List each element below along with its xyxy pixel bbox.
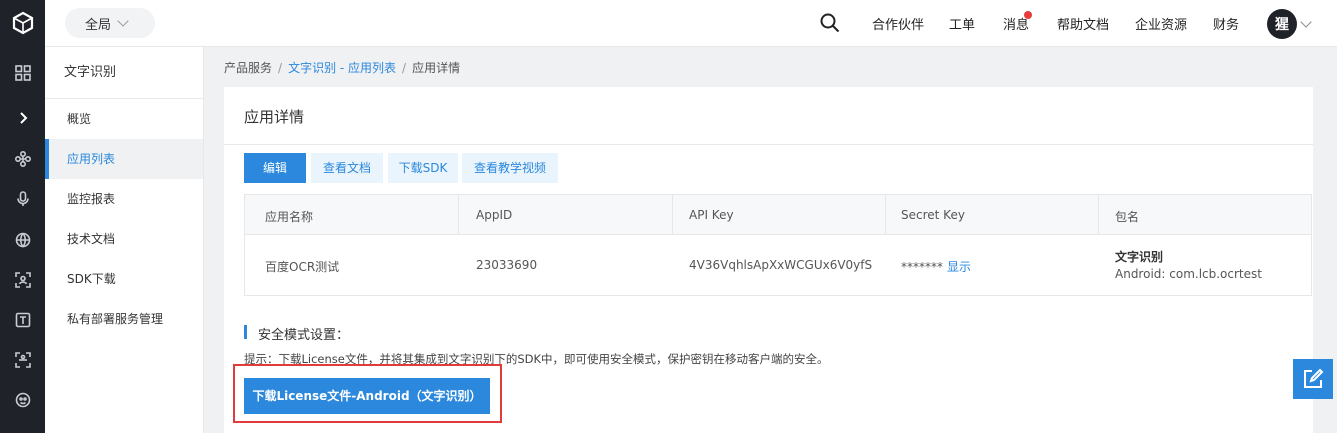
globe-icon[interactable] xyxy=(0,220,45,260)
header-api-key: API Key xyxy=(689,208,734,222)
show-secret-link[interactable]: 显示 xyxy=(947,260,971,274)
breadcrumb: 产品服务 / 文字识别 - 应用列表 / 应用详情 xyxy=(224,59,460,76)
app-info-table: 应用名称 AppID API Key Secret Key 包名 百度OCR测试… xyxy=(244,194,1312,296)
top-bar: 全局 合作伙伴 工单 消息 帮助文档 企业资源 财务 猩 xyxy=(45,0,1337,47)
chevron-right-icon[interactable] xyxy=(0,98,45,138)
face-scan-icon[interactable] xyxy=(0,340,45,380)
column-divider xyxy=(1098,195,1099,235)
breadcrumb-separator: / xyxy=(278,61,283,75)
table-header-row: 应用名称 AppID API Key Secret Key 包名 xyxy=(245,195,1311,235)
column-divider xyxy=(885,195,886,235)
cell-package-value: Android: com.lcb.ocrtest xyxy=(1115,267,1262,281)
header-appid: AppID xyxy=(476,208,513,222)
message-badge xyxy=(1024,11,1032,19)
download-license-button[interactable]: 下载License文件-Android（文字识别） xyxy=(244,378,490,414)
sidebar-item-app-list[interactable]: 应用列表 xyxy=(45,139,203,179)
search-icon[interactable] xyxy=(819,12,841,34)
edit-button[interactable]: 编辑 xyxy=(244,153,306,183)
download-sdk-button[interactable]: 下载SDK xyxy=(388,153,458,183)
scan-icon[interactable] xyxy=(0,260,45,300)
microphone-icon[interactable] xyxy=(0,179,45,219)
breadcrumb-separator: / xyxy=(402,61,407,75)
header-app-name: 应用名称 xyxy=(265,210,314,224)
sidebar-item-sdk-download[interactable]: SDK下载 xyxy=(45,259,203,299)
face-detect-icon[interactable] xyxy=(0,380,45,420)
nodes-icon[interactable] xyxy=(0,139,45,179)
divider xyxy=(224,144,1313,145)
cell-appid: 23033690 xyxy=(476,258,538,272)
header-package: 包名 xyxy=(1115,210,1140,224)
security-section-title: 安全模式设置： xyxy=(258,328,350,343)
nav-finance[interactable]: 财务 xyxy=(1213,14,1239,33)
avatar[interactable]: 猩 xyxy=(1267,9,1297,39)
chevron-down-icon xyxy=(117,15,129,27)
side-menu-title: 文字识别 xyxy=(45,47,203,99)
logo-cube-icon[interactable] xyxy=(0,0,45,46)
grid-icon[interactable] xyxy=(0,53,45,93)
sidebar-item-tech-docs[interactable]: 技术文档 xyxy=(45,219,203,259)
breadcrumb-root: 产品服务 xyxy=(224,61,273,75)
nav-partners[interactable]: 合作伙伴 xyxy=(872,14,924,33)
column-divider xyxy=(458,195,459,235)
side-menu: 文字识别 概览 应用列表 监控报表 技术文档 SDK下载 私有部署服务管理 xyxy=(45,47,204,433)
chevron-down-icon[interactable] xyxy=(1300,16,1312,28)
nav-help-docs[interactable]: 帮助文档 xyxy=(1057,14,1109,33)
sidebar-item-overview[interactable]: 概览 xyxy=(45,99,203,139)
page-title: 应用详情 xyxy=(244,108,305,126)
cell-api-key: 4V36VqhlsApXxWCGUx6V0yfS xyxy=(689,258,873,272)
breadcrumb-current: 应用详情 xyxy=(412,61,461,75)
breadcrumb-link[interactable]: 文字识别 - 应用列表 xyxy=(288,61,396,75)
edit-icon[interactable] xyxy=(1293,359,1333,399)
scope-label: 全局 xyxy=(85,17,112,33)
section-marker xyxy=(244,325,247,339)
column-divider xyxy=(672,195,673,235)
scope-selector[interactable]: 全局 xyxy=(65,8,155,38)
sidebar-item-monitoring[interactable]: 监控报表 xyxy=(45,179,203,219)
nav-enterprise-resources[interactable]: 企业资源 xyxy=(1135,14,1187,33)
cell-secret-key: ******* 显示 xyxy=(901,258,971,275)
header-secret-key: Secret Key xyxy=(901,208,965,222)
nav-tickets[interactable]: 工单 xyxy=(949,14,975,33)
icon-rail xyxy=(0,0,45,433)
tutorial-video-button[interactable]: 查看教学视频 xyxy=(462,153,558,183)
cell-package-title: 文字识别 xyxy=(1115,250,1164,264)
secret-masked: ******* xyxy=(901,260,943,274)
sidebar-item-private-deploy[interactable]: 私有部署服务管理 xyxy=(45,299,203,339)
text-icon[interactable] xyxy=(0,300,45,340)
view-docs-button[interactable]: 查看文档 xyxy=(311,153,383,183)
cell-app-name: 百度OCR测试 xyxy=(265,260,340,274)
